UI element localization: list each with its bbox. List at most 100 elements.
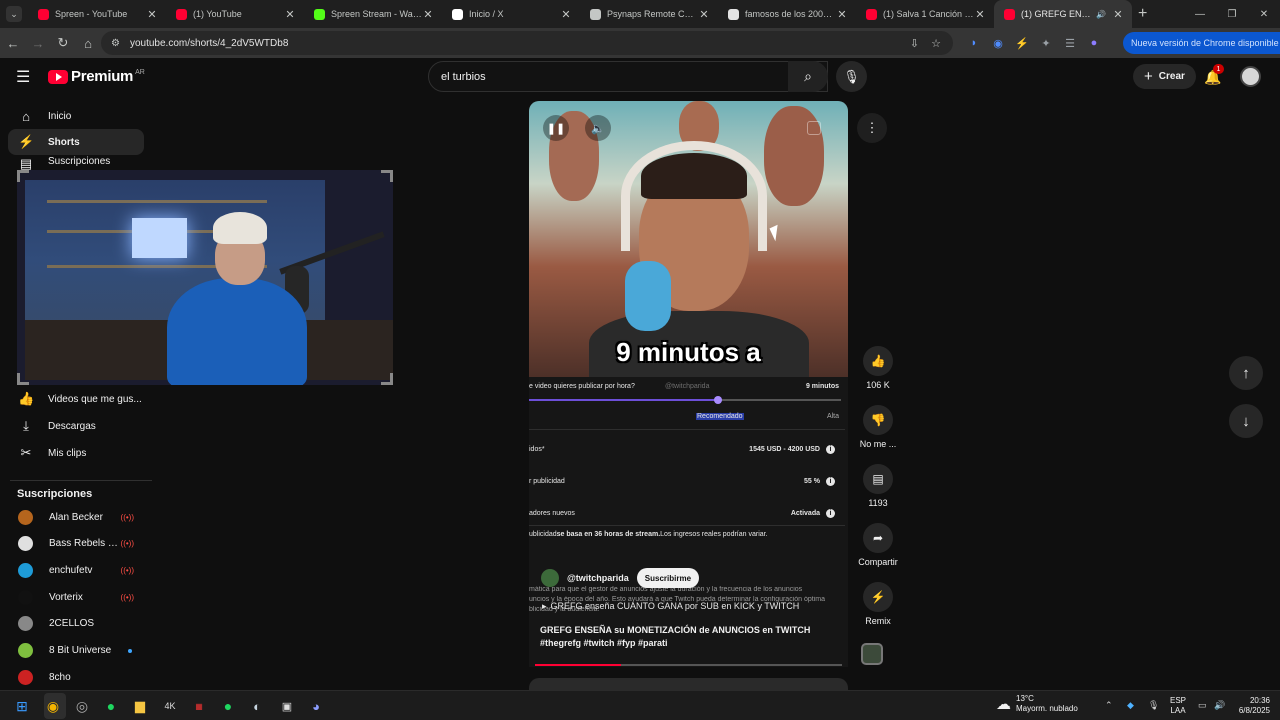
language-indicator[interactable]: ESP LAA bbox=[1170, 696, 1186, 716]
resize-handle[interactable] bbox=[381, 170, 393, 182]
tab-close-icon[interactable]: ✕ bbox=[1112, 8, 1124, 21]
extension-icon-1[interactable]: ◗ bbox=[962, 31, 986, 55]
tab-close-icon[interactable]: ✕ bbox=[836, 8, 848, 21]
resize-handle[interactable] bbox=[17, 373, 29, 385]
restore-icon[interactable]: ❐ bbox=[1216, 0, 1248, 28]
remix-icon[interactable]: ⚡ bbox=[863, 582, 893, 612]
tab-audio-icon[interactable]: 🔊 bbox=[1096, 10, 1106, 19]
next-short-preview[interactable] bbox=[529, 678, 848, 690]
pause-icon[interactable]: ❚❚ bbox=[543, 115, 569, 141]
sidebar-item-liked-videos[interactable]: 👍 Videos que me gus... bbox=[8, 386, 144, 412]
bookmark-star-icon[interactable]: ☆ bbox=[931, 37, 941, 50]
linked-video-link[interactable]: ▸ GREFG enseña CUANTO GANA por SUB en KIC… bbox=[542, 601, 799, 612]
short-progress-bar[interactable] bbox=[535, 664, 842, 666]
browser-tab[interactable]: famosos de los 2000 - Bu✕ bbox=[718, 0, 856, 28]
search-button[interactable]: ⌕ bbox=[788, 61, 828, 92]
tab-close-icon[interactable]: ✕ bbox=[698, 8, 710, 21]
sidebar-subscription-item[interactable]: 8cho bbox=[8, 664, 144, 690]
browser-tab[interactable]: (1) Salva 1 Canción por C✕ bbox=[856, 0, 994, 28]
sidebar-subscription-item[interactable]: Bass Rebels - Co...((•)) bbox=[8, 531, 144, 557]
tab-search-button[interactable]: ⌄ bbox=[6, 6, 22, 22]
steam-icon[interactable]: ◐ bbox=[247, 696, 267, 716]
new-tab-button[interactable]: + bbox=[1138, 5, 1154, 23]
network-icon[interactable]: ▭ bbox=[1198, 700, 1207, 711]
dislike-action[interactable]: 👎 No me ... bbox=[856, 405, 900, 449]
profile-icon[interactable]: ● bbox=[1082, 31, 1106, 55]
4k-app-icon[interactable]: 4K bbox=[160, 696, 180, 716]
site-info-icon[interactable]: ⚙ bbox=[111, 38, 120, 49]
share-action[interactable]: ➦ Compartir bbox=[856, 523, 900, 567]
tray-mic-icon[interactable]: 🎙 bbox=[1148, 700, 1159, 711]
voice-search-button[interactable]: 🎙 bbox=[836, 61, 867, 92]
tab-close-icon[interactable]: ✕ bbox=[284, 8, 296, 21]
sidebar-item-inicio[interactable]: ⌂ Inicio bbox=[8, 103, 144, 129]
comments-action[interactable]: ▤ 1193 bbox=[856, 464, 900, 508]
remix-action[interactable]: ⚡ Remix bbox=[856, 582, 900, 626]
extension-icon-3[interactable]: ⚡ bbox=[1010, 31, 1034, 55]
weather-widget[interactable]: ☁ 13°C Mayorm. nublado bbox=[996, 694, 1078, 714]
browser-tab[interactable]: Spreen Stream - Watch Li✕ bbox=[304, 0, 442, 28]
tab-close-icon[interactable]: ✕ bbox=[974, 8, 986, 21]
home-button[interactable]: ⌂ bbox=[76, 31, 100, 55]
install-app-icon[interactable]: ⇩ bbox=[910, 37, 919, 50]
sidebar-item-mis-clips[interactable]: ✂ Mis clips bbox=[8, 440, 144, 466]
tab-close-icon[interactable]: ✕ bbox=[146, 8, 158, 21]
volume-icon[interactable]: 🔈 bbox=[585, 115, 611, 141]
channel-name[interactable]: @twitchparida bbox=[567, 573, 629, 583]
tab-close-icon[interactable]: ✕ bbox=[422, 8, 434, 21]
chrome-update-button[interactable]: Nueva versión de Chrome disponible ⋮ bbox=[1123, 32, 1280, 54]
share-icon[interactable]: ➦ bbox=[863, 523, 893, 553]
menu-icon[interactable]: ☰ bbox=[16, 67, 30, 87]
reading-list-icon[interactable]: ☰ bbox=[1058, 31, 1082, 55]
chrome-taskbar-icon[interactable]: ◉ bbox=[43, 696, 63, 716]
resize-handle[interactable] bbox=[17, 170, 29, 182]
windows-start-icon[interactable]: ⊞ bbox=[12, 696, 32, 716]
extension-icon-2[interactable]: ◉ bbox=[986, 31, 1010, 55]
sidebar-item-suscripciones[interactable]: ▤ Suscripciones bbox=[8, 156, 144, 170]
system-clock[interactable]: 20:36 6/8/2025 bbox=[1234, 696, 1270, 716]
sidebar-subscription-item[interactable]: Vorterix ((•)) bbox=[8, 584, 144, 610]
browser-tab[interactable]: Spreen - YouTube ✕ bbox=[28, 0, 166, 28]
sidebar-subscription-item[interactable]: 2CELLOS bbox=[8, 611, 144, 637]
tray-app-icon[interactable]: ◆ bbox=[1127, 700, 1134, 711]
discord-icon[interactable]: ◕ bbox=[306, 696, 326, 716]
comment-icon[interactable]: ▤ bbox=[863, 464, 893, 494]
sidebar-item-descargas[interactable]: ⤓ Descargas bbox=[8, 413, 144, 439]
media-app-icon[interactable]: ▦ bbox=[189, 696, 209, 716]
chrome-profile-taskbar-icon[interactable]: ◎ bbox=[72, 696, 92, 716]
tab-close-icon[interactable]: ✕ bbox=[560, 8, 572, 21]
channel-avatar[interactable] bbox=[541, 569, 559, 587]
extensions-puzzle-icon[interactable]: ✦ bbox=[1034, 31, 1058, 55]
next-short-button[interactable]: ↓ bbox=[1229, 404, 1263, 438]
thumbs-down-icon[interactable]: 👎 bbox=[863, 405, 893, 435]
minimize-icon[interactable]: — bbox=[1184, 0, 1216, 28]
like-action[interactable]: 👍 106 K bbox=[856, 346, 900, 390]
sidebar-subscription-item[interactable]: enchufetv ((•)) bbox=[8, 557, 144, 583]
thumbs-up-icon[interactable]: 👍 bbox=[863, 346, 893, 376]
file-explorer-icon[interactable]: ▆ bbox=[130, 696, 150, 716]
youtube-premium-logo[interactable]: Premium AR bbox=[48, 68, 145, 85]
previous-short-button[interactable]: ↑ bbox=[1229, 356, 1263, 390]
forward-button[interactable]: → bbox=[26, 31, 50, 55]
subscribe-button[interactable]: Suscribirme bbox=[636, 568, 700, 588]
browser-tab[interactable]: (1) YouTube ✕ bbox=[166, 0, 304, 28]
resize-handle[interactable] bbox=[381, 373, 393, 385]
browser-tab[interactable]: Inicio / X ✕ bbox=[442, 0, 580, 28]
audio-source-thumbnail[interactable] bbox=[861, 643, 883, 665]
reload-button[interactable]: ↻ bbox=[51, 31, 75, 55]
spotify-alt-taskbar-icon[interactable]: ● bbox=[218, 696, 238, 716]
create-button[interactable]: + Crear bbox=[1133, 64, 1196, 89]
back-button[interactable]: ← bbox=[1, 31, 25, 55]
browser-tab[interactable]: Psynaps Remote Control ✕ bbox=[580, 0, 718, 28]
spotify-taskbar-icon[interactable]: ● bbox=[101, 696, 121, 716]
search-box[interactable]: el turbios ✕ bbox=[428, 61, 828, 92]
notifications-button[interactable]: 🔔 1 bbox=[1201, 64, 1225, 89]
close-window-icon[interactable]: ✕ bbox=[1248, 0, 1280, 28]
search-input[interactable]: el turbios bbox=[441, 71, 795, 83]
short-video-player[interactable]: 9 minutos a ❚❚ 🔈 bbox=[529, 101, 848, 377]
speaker-icon[interactable]: 🔊 bbox=[1214, 700, 1225, 711]
chevron-up-icon[interactable]: ⌃ bbox=[1105, 700, 1113, 711]
sidebar-subscription-item[interactable]: Alan Becker ((•)) bbox=[8, 504, 144, 530]
address-bar[interactable]: ⚙ youtube.com/shorts/4_2dV5WTDb8 ⇩ ☆ bbox=[101, 31, 953, 55]
sidebar-subscription-item[interactable]: 8 Bit Universe bbox=[8, 638, 144, 664]
